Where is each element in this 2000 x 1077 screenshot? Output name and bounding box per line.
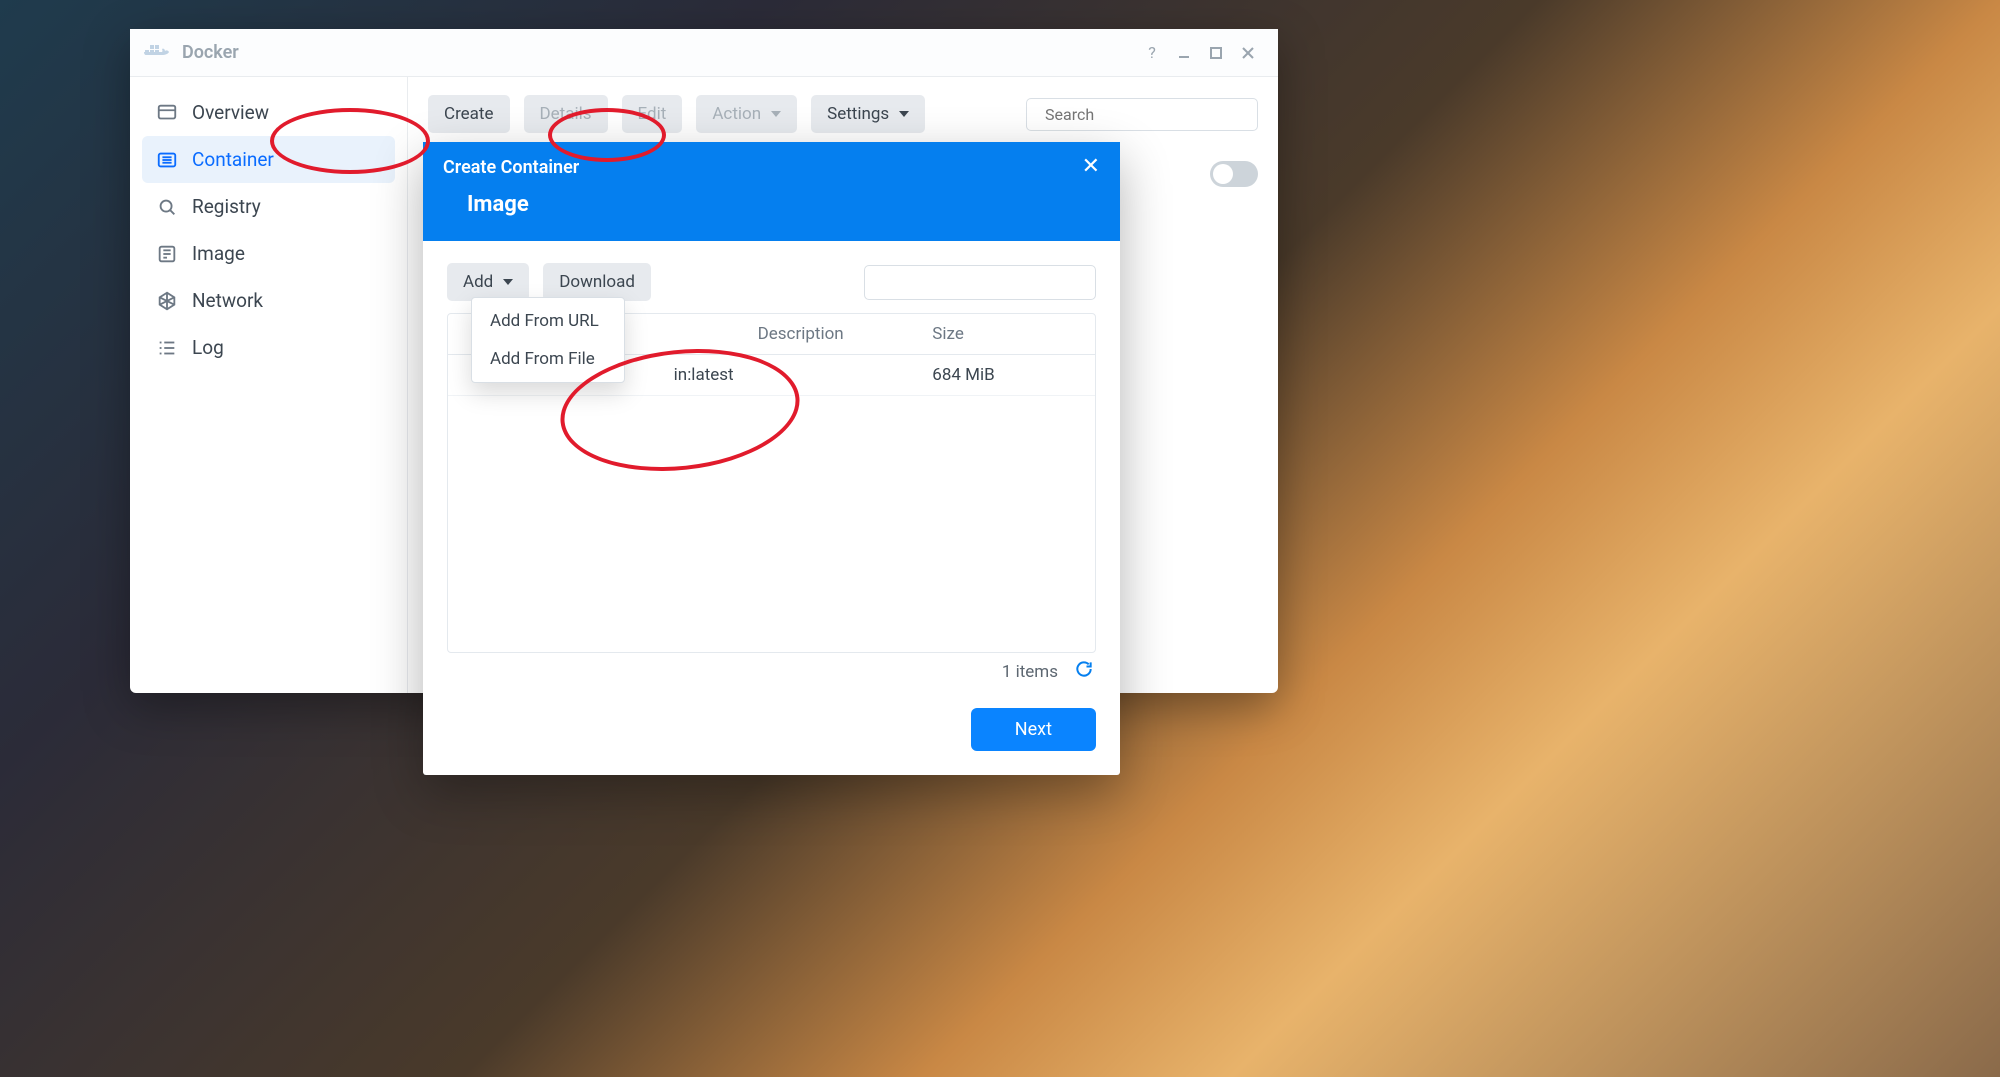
modal-title: Create Container <box>443 157 579 178</box>
modal-header: Create Container ✕ Image <box>423 142 1120 241</box>
sidebar-item-overview[interactable]: Overview <box>142 89 395 136</box>
create-container-modal: Create Container ✕ Image Add Download Ad… <box>423 142 1120 775</box>
close-button[interactable] <box>1232 37 1264 69</box>
registry-icon <box>156 196 178 218</box>
modal-close-button[interactable]: ✕ <box>1082 156 1100 178</box>
titlebar: Docker ? <box>130 29 1278 77</box>
modal-section-title: Image <box>443 178 1100 227</box>
modal-search-box[interactable] <box>864 265 1096 300</box>
minimize-button[interactable] <box>1168 37 1200 69</box>
create-button[interactable]: Create <box>428 95 510 133</box>
container-toggle[interactable] <box>1210 161 1258 187</box>
help-button[interactable]: ? <box>1136 37 1168 69</box>
sidebar-item-label: Log <box>192 336 224 359</box>
add-button[interactable]: Add <box>447 263 529 301</box>
network-icon <box>156 290 178 312</box>
sidebar-item-label: Network <box>192 289 263 312</box>
chevron-down-icon <box>899 111 909 117</box>
row-size: 684 MiB <box>920 355 1049 395</box>
col-size-header: Size <box>920 314 1049 354</box>
search-box[interactable] <box>1026 98 1258 131</box>
items-count: 1 items <box>1002 662 1058 682</box>
docker-logo-icon <box>144 43 170 63</box>
image-icon <box>156 243 178 265</box>
sidebar-item-container[interactable]: Container <box>142 136 395 183</box>
details-button[interactable]: Details <box>524 95 608 133</box>
container-icon <box>156 149 178 171</box>
chevron-down-icon <box>771 111 781 117</box>
add-dropdown: Add From URL Add From File <box>471 297 625 383</box>
log-icon <box>156 337 178 359</box>
app-brand: Docker <box>144 42 239 63</box>
action-button[interactable]: Action <box>696 95 797 133</box>
download-button[interactable]: Download <box>543 263 651 301</box>
edit-button[interactable]: Edit <box>622 95 683 133</box>
add-from-url-item[interactable]: Add From URL <box>472 302 624 340</box>
maximize-button[interactable] <box>1200 37 1232 69</box>
chevron-down-icon <box>503 279 513 285</box>
col-description-header: Description <box>746 314 921 354</box>
toolbar: Create Details Edit Action Settings <box>428 95 1258 133</box>
modal-search-input[interactable] <box>883 273 1086 292</box>
sidebar-item-label: Container <box>192 148 274 171</box>
settings-button[interactable]: Settings <box>811 95 925 133</box>
sidebar-item-image[interactable]: Image <box>142 230 395 277</box>
next-button[interactable]: Next <box>971 708 1096 751</box>
row-description <box>746 355 921 395</box>
sidebar-item-network[interactable]: Network <box>142 277 395 324</box>
sidebar-item-registry[interactable]: Registry <box>142 183 395 230</box>
sidebar-item-label: Registry <box>192 195 261 218</box>
add-label: Add <box>463 272 493 292</box>
sidebar-item-log[interactable]: Log <box>142 324 395 371</box>
search-input[interactable] <box>1045 105 1248 124</box>
action-label: Action <box>712 104 761 124</box>
modal-footer: Next <box>423 694 1120 775</box>
sidebar: Overview Container Registry Image Networ… <box>130 77 408 693</box>
sidebar-item-label: Image <box>192 242 245 265</box>
sidebar-item-label: Overview <box>192 101 269 124</box>
refresh-button[interactable] <box>1074 659 1094 684</box>
settings-label: Settings <box>827 104 889 124</box>
refresh-icon <box>1074 659 1094 679</box>
modal-toolbar: Add Download <box>447 263 1096 301</box>
overview-icon <box>156 102 178 124</box>
app-title: Docker <box>182 42 239 63</box>
add-from-file-item[interactable]: Add From File <box>472 340 624 378</box>
modal-body: Add Download Add From URL Add From File … <box>423 241 1120 694</box>
modal-footer-info: 1 items <box>1002 659 1094 684</box>
